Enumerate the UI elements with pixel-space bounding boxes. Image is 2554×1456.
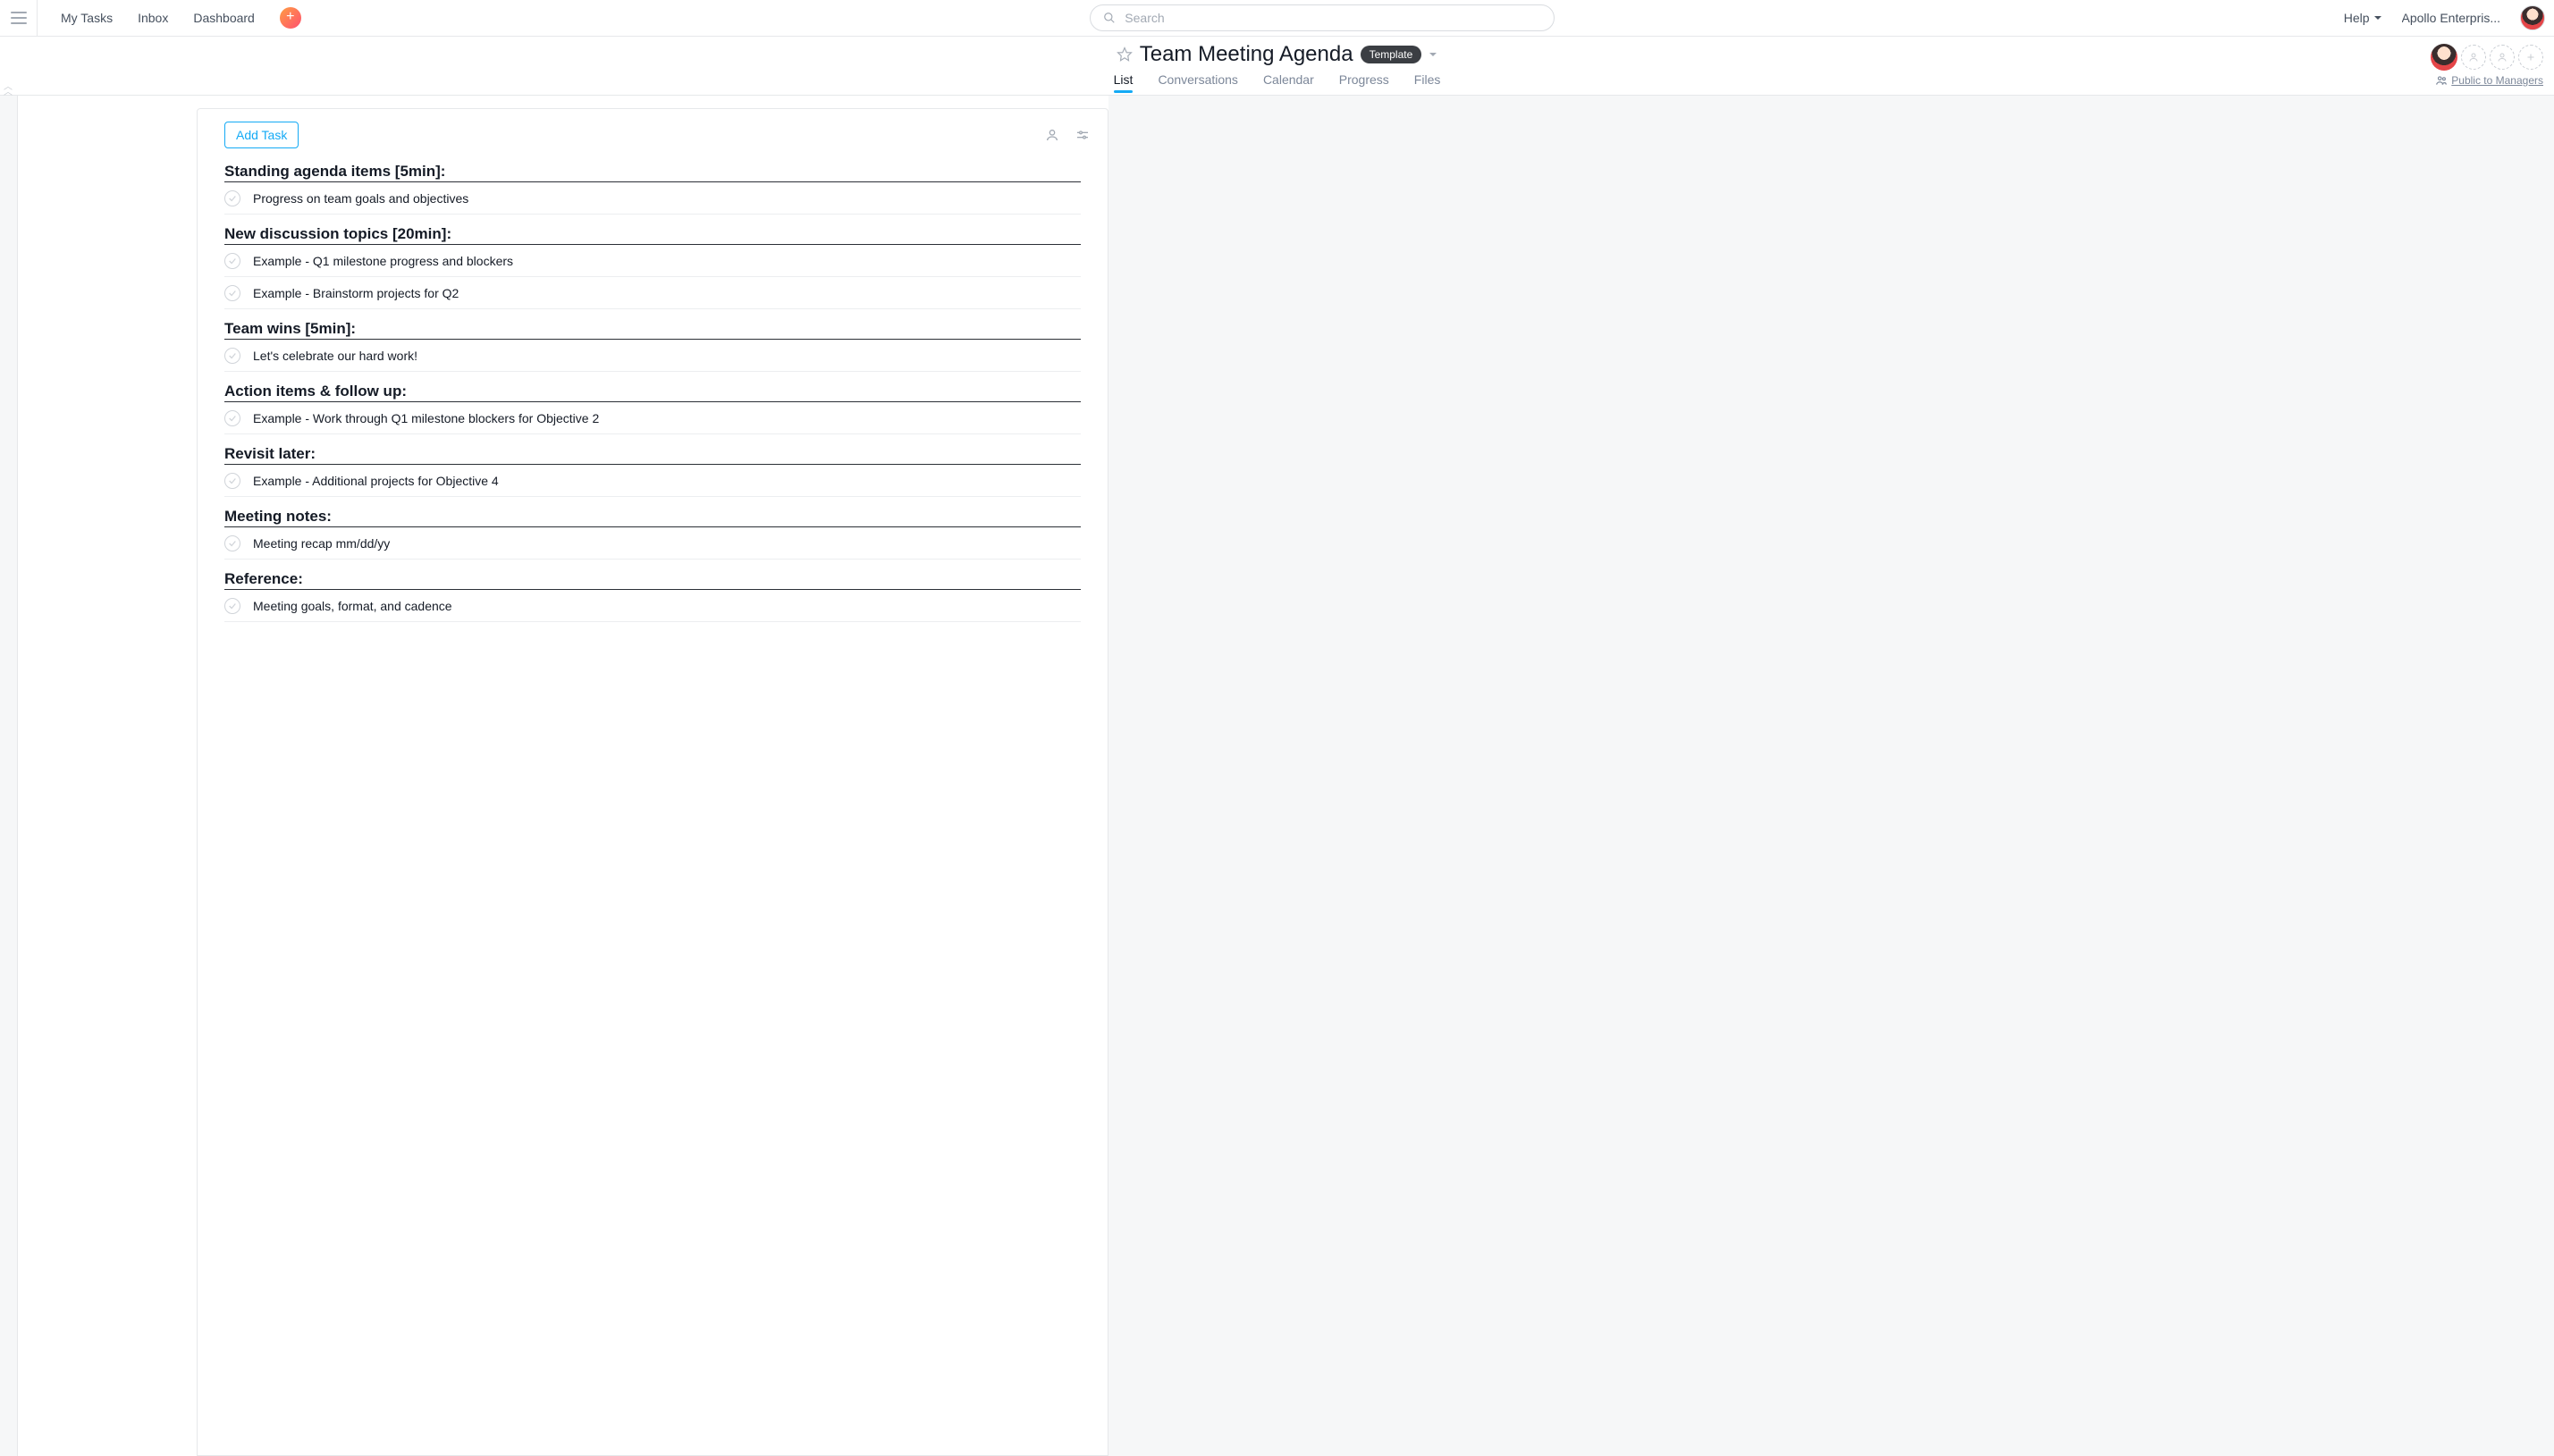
task-row[interactable]: Example - Brainstorm projects for Q2 [224, 277, 1081, 309]
view-options[interactable] [1075, 128, 1090, 142]
org-switcher[interactable]: Apollo Enterpris... [2402, 11, 2501, 25]
project-actions-menu[interactable] [1429, 50, 1437, 59]
task-row[interactable]: Example - Work through Q1 milestone bloc… [224, 402, 1081, 434]
section-header[interactable]: Action items & follow up: [224, 383, 1081, 402]
chevron-right-icon [1074, 474, 1081, 484]
user-icon [2468, 52, 2479, 63]
task-title: Meeting recap mm/dd/yy [253, 536, 390, 551]
search-input[interactable] [1125, 11, 1541, 25]
task-title: Meeting goals, format, and cadence [253, 599, 452, 613]
quick-add-button[interactable]: + [280, 7, 301, 29]
search-box[interactable] [1090, 4, 1555, 31]
complete-task-checkbox[interactable] [224, 190, 240, 206]
nav-dashboard[interactable]: Dashboard [193, 11, 255, 25]
project-visibility[interactable]: Public to Managers [2435, 74, 2543, 87]
section-header[interactable]: Reference: [224, 570, 1081, 590]
plus-icon [2525, 52, 2536, 63]
chevron-down-icon [1429, 50, 1437, 59]
task-row[interactable]: Example - Additional projects for Object… [224, 465, 1081, 497]
task-row[interactable]: Meeting recap mm/dd/yy [224, 527, 1081, 560]
complete-task-checkbox[interactable] [224, 598, 240, 614]
check-icon [228, 476, 237, 485]
tab-calendar[interactable]: Calendar [1263, 72, 1314, 92]
section-header[interactable]: Revisit later: [224, 445, 1081, 465]
check-icon [228, 289, 237, 298]
task-row[interactable]: Let's celebrate our hard work! [224, 340, 1081, 372]
nav-inbox[interactable]: Inbox [138, 11, 168, 25]
chevron-right-icon [1074, 191, 1081, 202]
nav-my-tasks[interactable]: My Tasks [61, 11, 113, 25]
section-header[interactable]: Team wins [5min]: [224, 320, 1081, 340]
add-task-button[interactable]: Add Task [224, 122, 299, 148]
chevron-right-icon [1074, 349, 1081, 359]
search-icon [1103, 12, 1116, 24]
chevron-right-icon [1074, 599, 1081, 610]
people-icon [2435, 74, 2448, 87]
check-icon [228, 602, 237, 610]
add-member-placeholder[interactable] [2461, 45, 2486, 70]
chevron-right-icon [1074, 536, 1081, 547]
help-label: Help [2344, 11, 2370, 25]
tab-list[interactable]: List [1114, 72, 1134, 92]
complete-task-checkbox[interactable] [224, 285, 240, 301]
add-member-placeholder[interactable] [2490, 45, 2515, 70]
star-icon [1117, 46, 1133, 63]
chevron-right-icon [1074, 254, 1081, 265]
user-avatar[interactable] [2520, 5, 2545, 30]
chevron-down-icon [2373, 13, 2382, 22]
task-row[interactable]: Example - Q1 milestone progress and bloc… [224, 245, 1081, 277]
check-icon [228, 257, 237, 265]
complete-task-checkbox[interactable] [224, 410, 240, 426]
task-title: Example - Q1 milestone progress and bloc… [253, 254, 513, 268]
template-badge: Template [1361, 46, 1422, 63]
section-header[interactable]: Meeting notes: [224, 508, 1081, 527]
right-nav: Help Apollo Enterpris... [2344, 5, 2545, 30]
help-menu[interactable]: Help [2344, 11, 2382, 25]
task-list-panel: Add Task Standing agenda items [5min]: P… [197, 108, 1108, 1456]
topbar: My Tasks Inbox Dashboard + Help Apollo E… [0, 0, 2554, 37]
members-area: Public to Managers [2431, 44, 2543, 87]
project-title: Team Meeting Agenda [1140, 42, 1353, 67]
favorite-star[interactable] [1117, 46, 1133, 63]
top-nav: My Tasks Inbox Dashboard + [38, 7, 301, 29]
task-title: Example - Work through Q1 milestone bloc… [253, 411, 599, 425]
complete-task-checkbox[interactable] [224, 473, 240, 489]
project-tabs: List Conversations Calendar Progress Fil… [0, 72, 2554, 92]
check-icon [228, 539, 237, 548]
task-title: Example - Additional projects for Object… [253, 474, 499, 488]
sidebar-toggle[interactable] [0, 0, 38, 36]
check-icon [228, 194, 237, 203]
assignee-filter[interactable] [1045, 128, 1059, 142]
task-row[interactable]: Progress on team goals and objectives [224, 182, 1081, 215]
complete-task-checkbox[interactable] [224, 348, 240, 364]
sliders-icon [1075, 128, 1090, 142]
body: ︿︿ Add Task Standing agenda items [5min]… [0, 96, 2554, 1456]
hamburger-icon [11, 12, 27, 24]
complete-task-checkbox[interactable] [224, 535, 240, 551]
tab-files[interactable]: Files [1414, 72, 1441, 92]
check-icon [228, 351, 237, 360]
chevron-right-icon [1074, 286, 1081, 297]
section-header[interactable]: New discussion topics [20min]: [224, 225, 1081, 245]
project-header: Team Meeting Agenda Template List Conver… [0, 37, 2554, 96]
task-title: Example - Brainstorm projects for Q2 [253, 286, 459, 300]
task-title: Progress on team goals and objectives [253, 191, 468, 206]
chevron-right-icon [1074, 411, 1081, 422]
tab-conversations[interactable]: Conversations [1158, 72, 1238, 92]
expand-sidebar-chevron[interactable]: ︿︿ [4, 85, 13, 96]
task-title: Let's celebrate our hard work! [253, 349, 417, 363]
task-row[interactable]: Meeting goals, format, and cadence [224, 590, 1081, 622]
user-icon [2497, 52, 2508, 63]
complete-task-checkbox[interactable] [224, 253, 240, 269]
plus-icon: + [286, 10, 294, 24]
visibility-label: Public to Managers [2451, 74, 2543, 87]
member-avatar[interactable] [2431, 44, 2457, 71]
collapsed-sidebar: ︿︿ [0, 96, 18, 1456]
add-member-button[interactable] [2518, 45, 2543, 70]
section-header[interactable]: Standing agenda items [5min]: [224, 163, 1081, 182]
check-icon [228, 414, 237, 423]
tab-progress[interactable]: Progress [1339, 72, 1389, 92]
user-icon [1045, 128, 1059, 142]
